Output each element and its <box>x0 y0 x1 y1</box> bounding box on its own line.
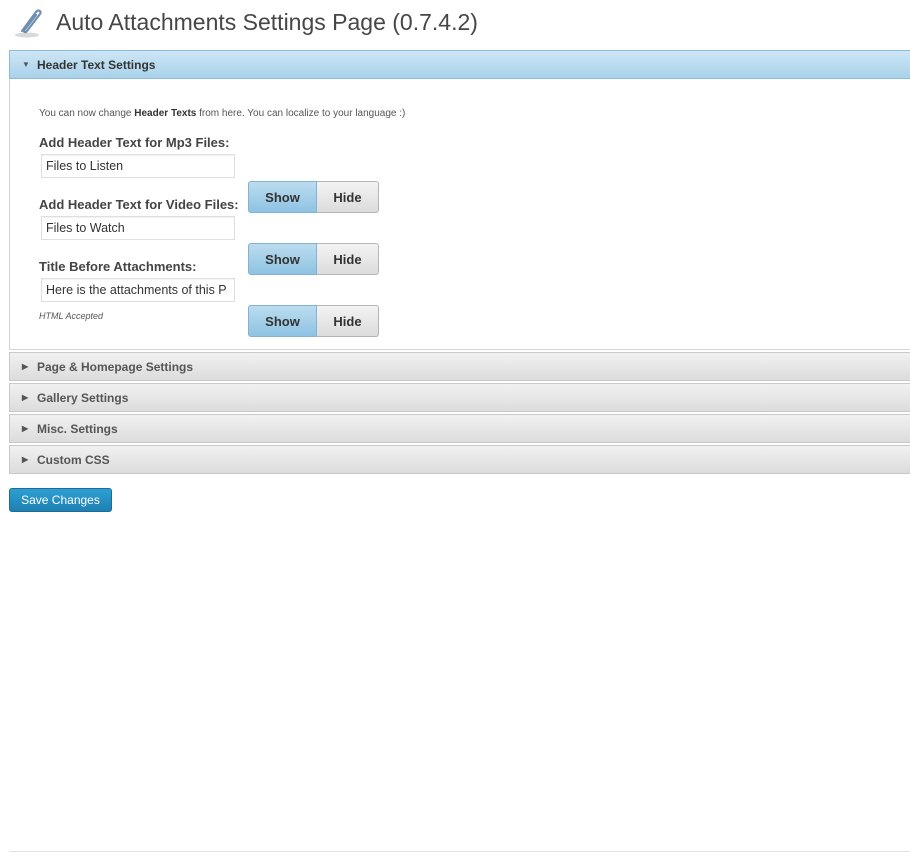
page-title: Auto Attachments Settings Page (0.7.4.2) <box>56 8 478 35</box>
video-hide-button[interactable]: Hide <box>317 243 379 275</box>
footer-divider <box>9 851 910 852</box>
section-label: Misc. Settings <box>37 421 118 436</box>
section-label: Gallery Settings <box>37 390 129 405</box>
triangle-right-icon: ▶ <box>22 424 29 433</box>
mp3-header-label: Add Header Text for Mp3 Files: <box>39 135 230 150</box>
triangle-right-icon: ▶ <box>22 393 29 402</box>
paperclip-icon <box>15 9 42 38</box>
title-before-input[interactable] <box>41 278 235 302</box>
title-before-label: Title Before Attachments: <box>39 259 197 274</box>
mp3-hide-button[interactable]: Hide <box>317 181 379 213</box>
title-before-hide-button[interactable]: Hide <box>317 305 379 337</box>
intro-text: You can now change <box>39 108 135 119</box>
section-label: Page & Homepage Settings <box>37 359 194 374</box>
title-before-show-button[interactable]: Show <box>248 305 317 337</box>
triangle-right-icon: ▶ <box>22 455 29 464</box>
video-header-input[interactable] <box>41 216 235 240</box>
triangle-down-icon: ▼ <box>22 60 30 69</box>
intro-text-end: from here. You can localize to your lang… <box>196 108 406 119</box>
section-page-homepage-settings[interactable]: ▶ Page & Homepage Settings <box>9 352 910 381</box>
header-text-panel: You can now change Header Texts from her… <box>9 79 910 350</box>
mp3-show-button[interactable]: Show <box>248 181 317 213</box>
settings-accordion: ▼ Header Text Settings You can now chang… <box>9 50 910 474</box>
section-custom-css[interactable]: ▶ Custom CSS <box>9 445 910 474</box>
save-changes-button[interactable]: Save Changes <box>9 488 112 512</box>
page-header: Auto Attachments Settings Page (0.7.4.2) <box>12 4 478 40</box>
title-before-visibility-toggle: Show Hide <box>248 305 379 337</box>
section-label: Custom CSS <box>37 452 110 467</box>
html-accepted-note: HTML Accepted <box>39 311 104 321</box>
section-gallery-settings[interactable]: ▶ Gallery Settings <box>9 383 910 412</box>
section-label: Header Text Settings <box>37 57 156 72</box>
intro-bold-text: Header Texts <box>134 108 197 119</box>
video-header-label: Add Header Text for Video Files: <box>39 197 239 212</box>
panel-intro: You can now change Header Texts from her… <box>39 108 405 119</box>
section-misc-settings[interactable]: ▶ Misc. Settings <box>9 414 910 443</box>
video-visibility-toggle: Show Hide <box>248 243 379 275</box>
section-header-text-settings[interactable]: ▼ Header Text Settings <box>9 50 910 79</box>
mp3-header-input[interactable] <box>41 154 235 178</box>
video-show-button[interactable]: Show <box>248 243 317 275</box>
triangle-right-icon: ▶ <box>22 362 29 371</box>
mp3-visibility-toggle: Show Hide <box>248 181 379 213</box>
